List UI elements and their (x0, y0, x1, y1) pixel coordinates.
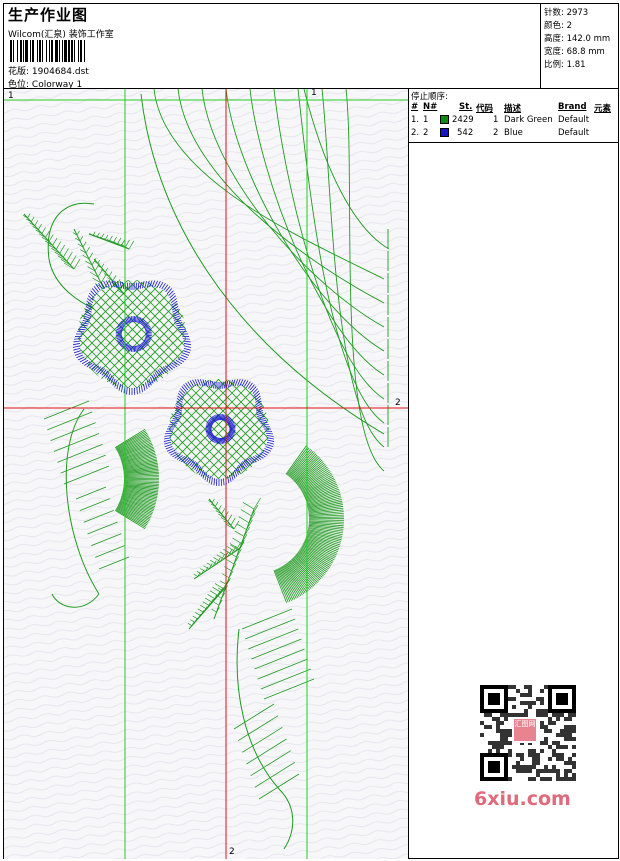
design-info: 花版: 1904684.dst (8, 64, 89, 77)
stat-value: 2973 (566, 8, 589, 18)
row-needle: 1 (423, 115, 429, 125)
row-description: Blue (504, 128, 523, 138)
col-index: # (411, 102, 419, 112)
row-index: 1. (411, 115, 420, 125)
design-stats: 针数: 2973 颜色: 2 高度: 142.0 mm 宽度: 68.8 mm … (541, 4, 618, 88)
col-description: 描述 (504, 104, 522, 114)
watermark: 汇图网 6xiu.com (470, 680, 588, 815)
canvas-divider (408, 89, 409, 859)
sheet-header: 生产作业图 Wilcom(汇泉) 装饰工作室 花版: 1904684.dst 色… (4, 4, 541, 90)
stat-value: 2 (566, 21, 572, 31)
stat-stitches: 针数: 2973 (544, 6, 588, 18)
row-code: 1 (493, 115, 499, 125)
row-stitches: 2429 (452, 115, 474, 125)
col-code: 代码 (476, 104, 494, 114)
col-needle: N# (423, 102, 438, 112)
row-index: 2. (411, 128, 420, 138)
stat-label: 颜色: (544, 21, 564, 31)
barcode-icon (10, 40, 85, 62)
production-sheet: 生产作业图 Wilcom(汇泉) 装饰工作室 花版: 1904684.dst 色… (0, 0, 620, 861)
guide-label-green-right: 1 (311, 89, 317, 98)
stat-width: 宽度: 68.8 mm (544, 45, 605, 57)
design-canvas[interactable]: 1 1 2 2 (4, 89, 408, 859)
stat-value: 1.81 (566, 60, 586, 70)
design-value: 1904684.dst (31, 67, 89, 77)
stop-sequence-panel: 停止顺序: # N# St. 代码 描述 Brand 元素 1. 1 2429 … (409, 89, 618, 143)
guide-label-green-left: 1 (8, 91, 14, 101)
watermark-badge: 汇图网 (512, 717, 538, 743)
guide-label-red-right: 2 (395, 398, 401, 408)
stat-label: 宽度: (544, 47, 564, 57)
row-description: Dark Green (504, 115, 553, 125)
row-brand: Default (558, 115, 590, 125)
col-brand: Brand (558, 102, 587, 112)
stat-label: 针数: (544, 8, 564, 18)
col-stitches: St. (459, 102, 473, 112)
row-brand: Default (558, 128, 590, 138)
col-element: 元素 (594, 104, 612, 114)
design-label: 花版: (8, 67, 30, 77)
row-stitches: 542 (457, 128, 474, 138)
stat-label: 高度: (544, 34, 564, 44)
page-title: 生产作业图 (8, 6, 89, 24)
stat-value: 68.8 mm (566, 47, 605, 57)
thread-swatch (440, 128, 449, 137)
stat-scale: 比例: 1.81 (544, 58, 586, 70)
stat-label: 比例: (544, 60, 564, 70)
stop-sequence-title: 停止顺序: (411, 92, 448, 102)
watermark-text: 6xiu.com (474, 788, 571, 810)
embroidery-design (4, 89, 408, 859)
studio-name: Wilcom(汇泉) 装饰工作室 (8, 30, 114, 40)
stat-height: 高度: 142.0 mm (544, 32, 610, 44)
stat-colors: 颜色: 2 (544, 19, 572, 31)
stat-value: 142.0 mm (566, 34, 611, 44)
thread-swatch (440, 115, 449, 124)
canvas-texture (4, 89, 408, 859)
row-needle: 2 (423, 128, 429, 138)
row-code: 2 (493, 128, 499, 138)
guide-label-red-bottom: 2 (229, 847, 235, 857)
